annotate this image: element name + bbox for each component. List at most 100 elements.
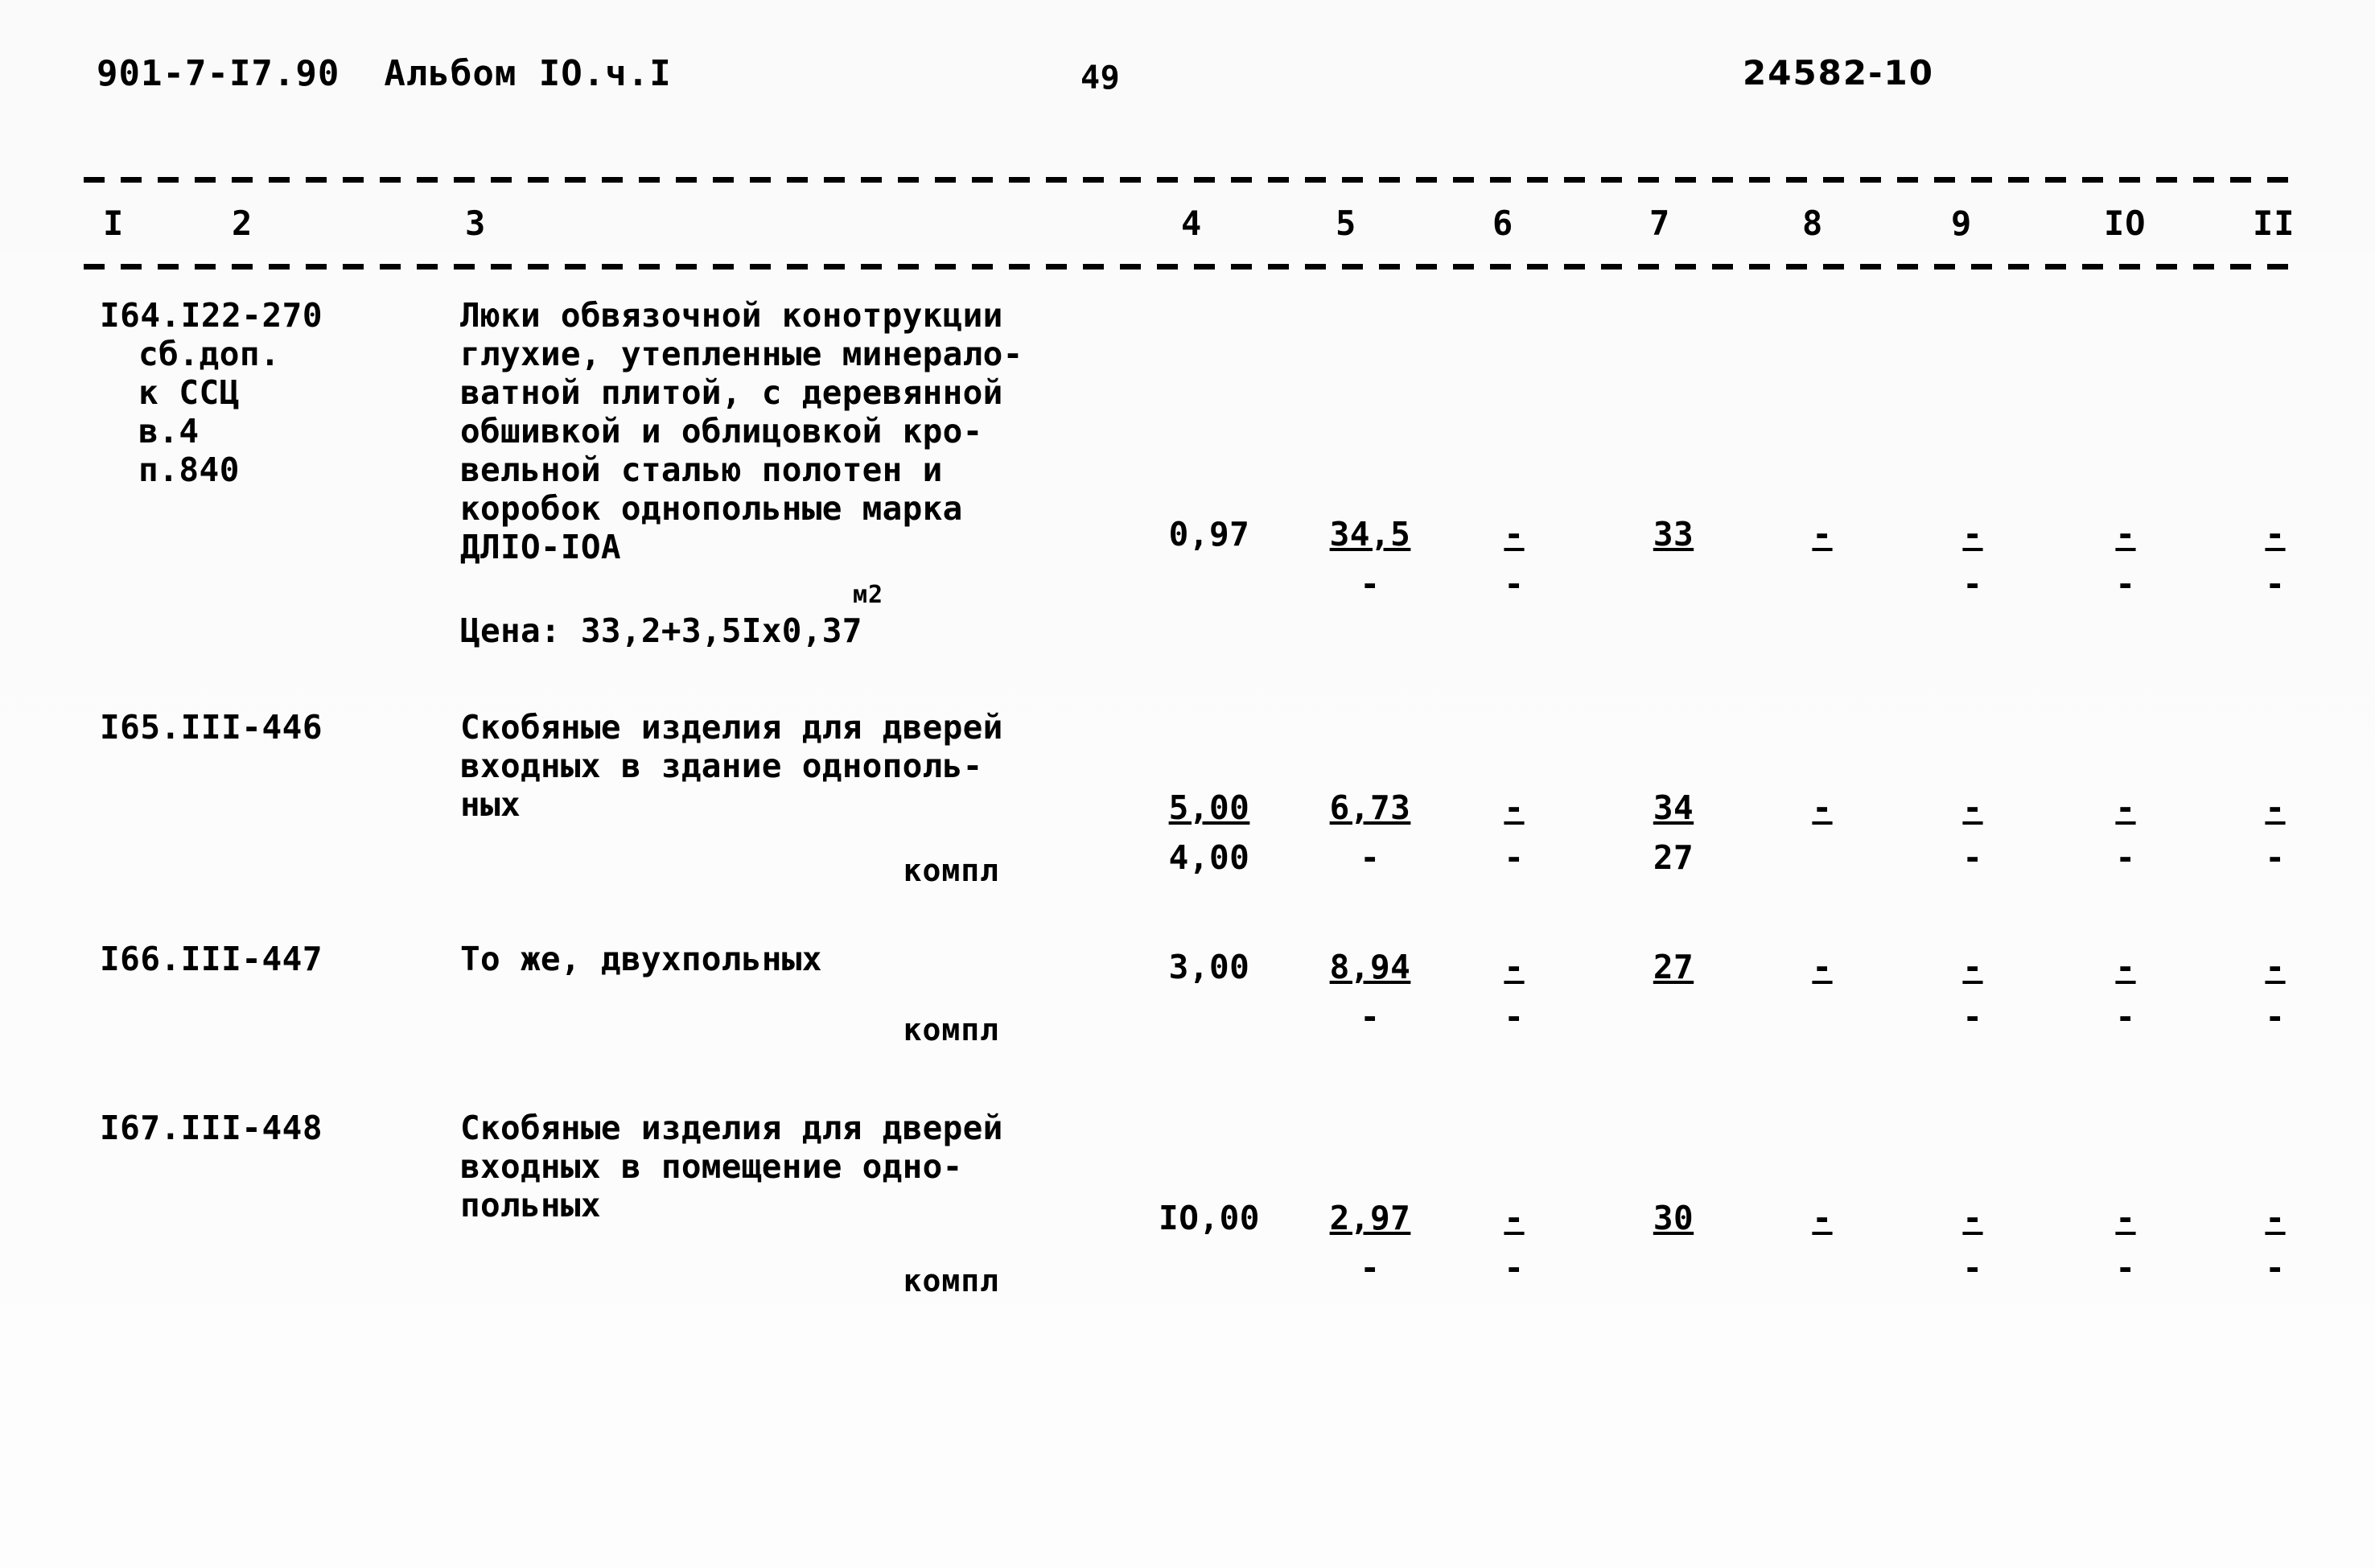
row-value-col9: - [1962, 788, 1983, 827]
row-value-col5: - [1360, 998, 1381, 1036]
row-value-col5: - [1360, 1249, 1381, 1287]
row-value-col10: - [2115, 565, 2136, 603]
row-value-col9: - [1962, 948, 1983, 986]
row-code-cell: I67.III-448 [100, 1109, 422, 1147]
table-rule-bottom [84, 264, 2304, 270]
row-value-col5: 8,94 [1329, 948, 1411, 986]
column-header-10: IO [2104, 204, 2147, 243]
row-description-line: ных [460, 785, 521, 824]
row-value-col5: 34,5 [1329, 515, 1411, 554]
row-value-col4: IO,00 [1159, 1199, 1260, 1237]
row-value-col9: - [1962, 515, 1983, 554]
column-header-7: 7 [1649, 204, 1671, 243]
row-value-col7: 34 [1653, 788, 1694, 827]
row-value-col6: - [1504, 1199, 1525, 1237]
row-description-line: входных в помещение одно- [460, 1147, 963, 1186]
row-description-line: То же, двухпольных [460, 940, 822, 978]
row-unit-label: компл [903, 853, 999, 888]
row-code-line: к ССЦ [138, 373, 240, 412]
row-code-cell: I65.III-446 [100, 708, 422, 747]
row-value-col11: - [2265, 838, 2286, 877]
row-value-col7: 27 [1653, 948, 1694, 986]
row-description-line: Люки обвязочной конотрукции [460, 296, 1003, 335]
row-value-col5: - [1360, 565, 1381, 603]
row-value-col9: - [1962, 998, 1983, 1036]
row-description-line: коробок однопольные марка [460, 489, 963, 528]
row-value-col10: - [2115, 838, 2136, 877]
column-header-6: 6 [1492, 204, 1514, 243]
column-header-9: 9 [1951, 204, 1973, 243]
column-header-11: II [2253, 204, 2295, 243]
row-value-col4: 4,00 [1168, 838, 1250, 877]
row-description-cell: То же, двухпольных [460, 940, 1096, 978]
row-description-line: глухие, утепленные минерало- [460, 335, 1023, 373]
row-value-col10: - [2115, 1249, 2136, 1287]
stamp-number: 24582-10 [1743, 53, 1934, 93]
row-unit-label: компл [903, 1012, 999, 1047]
row-value-col8: - [1812, 1199, 1833, 1237]
row-value-col10: - [2115, 515, 2136, 554]
row-value-col4: 3,00 [1168, 948, 1250, 986]
row-code-line: I65.III-446 [100, 708, 323, 747]
row-value-col4: 0,97 [1168, 515, 1250, 554]
row-value-col9: - [1962, 565, 1983, 603]
row-value-col9: - [1962, 838, 1983, 877]
row-description-line: польных [460, 1186, 601, 1224]
row-value-col11: - [2265, 1199, 2286, 1237]
column-header-3: 3 [465, 204, 487, 243]
page-number: 49 [1080, 60, 1121, 97]
row-value-col8: - [1812, 948, 1833, 986]
row-value-col9: - [1962, 1199, 1983, 1237]
row-code-cell: I64.I22-270 сб.доп. к ССЦ в.4 п.840 [100, 296, 422, 489]
row-value-col7: 33 [1653, 515, 1694, 554]
row-description-line: Скобяные изделия для дверей [460, 708, 1003, 747]
row-unit-label: компл [903, 1263, 999, 1298]
row-code-line: сб.доп. [138, 335, 281, 373]
row-value-col11: - [2265, 1249, 2286, 1287]
row-description-line: ДЛIО-IОА [460, 528, 621, 566]
row-description-line: входных в здание однополь- [460, 747, 983, 785]
row-code-cell: I66.III-447 [100, 940, 422, 978]
document-page: 901-7-I7.90 Альбом IO.ч.I 49 24582-10 I2… [0, 0, 2375, 1568]
row-value-col10: - [2115, 998, 2136, 1036]
row-value-col11: - [2265, 565, 2286, 603]
row-description-line: вельной сталью полотен и [460, 451, 943, 489]
row-value-col7: 30 [1653, 1199, 1694, 1237]
row-description-cell: Люки обвязочной конотрукции глухие, утепл… [460, 296, 1096, 566]
row-price-unit-superscript: м2 [853, 581, 884, 609]
row-price-note: Цена: 33,2+3,5Iх0,37 [460, 611, 862, 650]
row-description-line: ватной плитой, с деревянной [460, 373, 1003, 412]
row-code-line: I64.I22-270 [100, 296, 323, 335]
row-value-col5: - [1360, 838, 1381, 877]
row-code-line: I66.III-447 [100, 940, 323, 978]
row-value-col8: - [1812, 788, 1833, 827]
row-value-col11: - [2265, 998, 2286, 1036]
row-value-col6: - [1504, 948, 1525, 986]
row-code-line: п.840 [138, 451, 240, 489]
row-value-col11: - [2265, 948, 2286, 986]
row-value-col4: 5,00 [1168, 788, 1250, 827]
row-value-col10: - [2115, 948, 2136, 986]
column-header-8: 8 [1802, 204, 1824, 243]
document-header: 901-7-I7.90 Альбом IO.ч.I 49 24582-10 [0, 53, 2375, 101]
row-value-col10: - [2115, 788, 2136, 827]
row-value-col6: - [1504, 788, 1525, 827]
row-value-col6: - [1504, 515, 1525, 554]
row-description-cell: Скобяные изделия для дверей входных в пом… [460, 1109, 1096, 1224]
row-value-col8: - [1812, 515, 1833, 554]
row-description-cell: Скобяные изделия для дверей входных в зда… [460, 708, 1096, 824]
row-value-col6: - [1504, 565, 1525, 603]
column-header-5: 5 [1336, 204, 1357, 243]
row-code-line: в.4 [138, 412, 200, 451]
row-value-col11: - [2265, 515, 2286, 554]
column-header-2: 2 [232, 204, 253, 243]
column-header-4: 4 [1181, 204, 1203, 243]
row-value-col11: - [2265, 788, 2286, 827]
row-description-line: обшивкой и облицовкой кро- [460, 412, 983, 451]
row-value-col7: 27 [1653, 838, 1694, 877]
document-code: 901-7-I7.90 Альбом IO.ч.I [97, 53, 672, 94]
column-header-1: I [103, 204, 125, 243]
row-value-col9: - [1962, 1249, 1983, 1287]
table-rule-top [84, 177, 2304, 183]
row-code-line: I67.III-448 [100, 1109, 323, 1147]
